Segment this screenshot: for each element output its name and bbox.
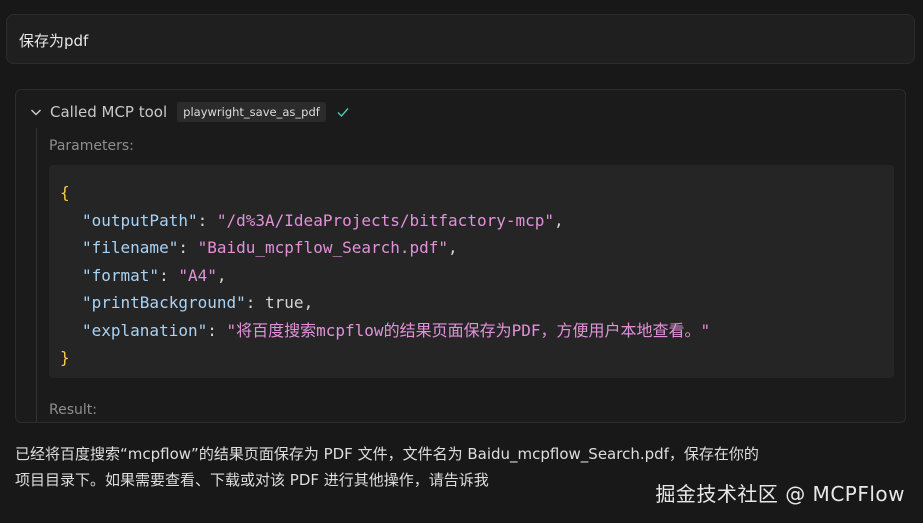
check-icon	[336, 105, 350, 119]
param-key: "outputPath"	[82, 210, 198, 230]
tool-call-header[interactable]: Called MCP tool playwright_save_as_pdf	[28, 101, 350, 123]
tool-call-card: Called MCP tool playwright_save_as_pdf P…	[15, 89, 906, 423]
param-key: "printBackground"	[82, 293, 246, 312]
param-value: "A4"	[178, 265, 217, 285]
watermark: 掘金技术社区 @ MCPFlow	[655, 482, 905, 506]
parameters-code-block: { "outputPath": "/d%3A/IdeaProjects/bitf…	[49, 165, 894, 378]
assistant-answer-line: 已经将百度搜索“mcpflow”的结果页面保存为 PDF 文件，文件名为 Bai…	[15, 445, 759, 463]
parameters-label: Parameters:	[49, 138, 134, 154]
param-value: "Baidu_mcpflow_Search.pdf"	[197, 238, 449, 257]
param-value: "/d%3A/IdeaProjects/bitfactory-mcp"	[216, 210, 555, 230]
tree-guide-line	[36, 128, 37, 422]
tool-name-badge: playwright_save_as_pdf	[177, 102, 326, 122]
result-label: Result:	[49, 402, 97, 418]
tool-call-label: Called MCP tool	[50, 103, 168, 121]
param-key: "explanation"	[82, 320, 208, 340]
user-message-bubble: 保存为pdf	[6, 14, 915, 64]
chevron-down-icon[interactable]	[28, 104, 44, 120]
param-key: "filename"	[82, 238, 179, 257]
param-value: "将百度搜索mcpflow的结果页面保存为PDF，方便用户本地查看。"	[226, 320, 711, 340]
param-key: "format"	[82, 265, 160, 285]
param-value: true	[265, 293, 304, 312]
user-message-text: 保存为pdf	[19, 32, 89, 50]
close-brace: }	[60, 348, 70, 367]
open-brace: {	[60, 183, 70, 202]
